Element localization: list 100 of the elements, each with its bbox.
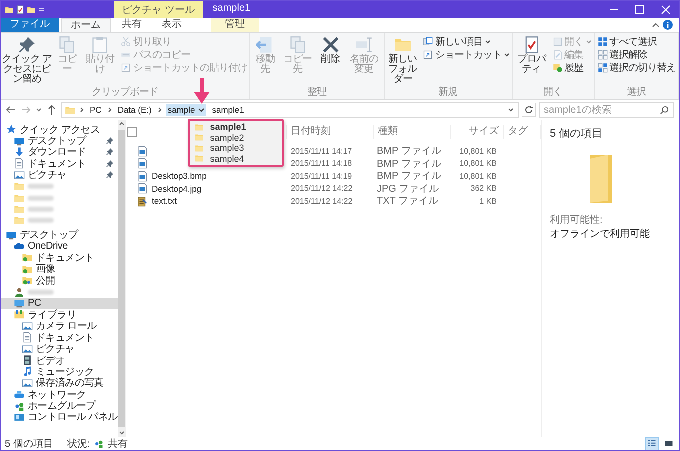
nav-item[interactable]: OneDrive — [1, 240, 118, 252]
breadcrumb[interactable]: PC — [88, 104, 104, 116]
scissors-icon — [121, 36, 132, 46]
ribbon-button[interactable]: 選択解除 — [598, 48, 677, 61]
select-all-checkbox[interactable] — [127, 127, 137, 137]
ribbon-tab[interactable]: ホーム — [61, 18, 111, 32]
details-view-button[interactable] — [645, 436, 659, 450]
picture-icon — [22, 344, 33, 355]
column-header[interactable]: 種類 — [374, 125, 451, 139]
image-file-icon — [137, 158, 148, 170]
shortcut-icon — [121, 62, 132, 72]
ribbon-button[interactable]: 履歴 — [552, 61, 592, 74]
folder-icon — [22, 275, 33, 286]
size-cell-text: 10,801 KB — [458, 146, 498, 156]
file-tab[interactable]: ファイル — [1, 18, 59, 32]
nav-item[interactable]: ドキュメント — [1, 252, 118, 264]
redacted-label — [28, 206, 54, 212]
people-icon — [14, 400, 25, 412]
ribbon-tab[interactable]: 管理 — [211, 18, 259, 32]
nav-item[interactable]: デスクトップ — [1, 230, 118, 241]
nav-item[interactable]: カメラ ロール — [1, 320, 118, 332]
user-icon — [14, 286, 25, 298]
nav-item[interactable]: ホームグループ — [1, 400, 118, 412]
library-icon — [14, 309, 25, 320]
refresh-icon[interactable] — [522, 103, 536, 117]
open-icon — [552, 36, 562, 46]
ribbon-button[interactable]: すべて選択 — [598, 35, 677, 48]
ribbon-button[interactable]: プロパティ — [514, 35, 550, 87]
file-name[interactable]: text.txt — [152, 196, 178, 206]
ribbon-tab[interactable]: 表示 — [153, 18, 191, 32]
ribbon-button[interactable]: 新しいフォルダー — [386, 35, 420, 87]
ribbon-button[interactable]: ショートカット — [423, 48, 511, 61]
nav-item[interactable]: デスクトップ — [1, 135, 118, 147]
status-value: 共有 — [108, 438, 128, 450]
ribbon-button[interactable]: 選択の切り替え — [598, 61, 677, 74]
help-icon[interactable] — [663, 20, 673, 30]
menu-item[interactable]: sample3 — [190, 143, 282, 154]
file-name[interactable]: Desktop4.jpg — [152, 184, 202, 194]
nav-item[interactable]: 公開 — [1, 275, 118, 286]
ribbon-button[interactable]: 削除 — [316, 35, 345, 87]
menu-item[interactable]: sample2 — [190, 132, 282, 143]
nav-item[interactable]: ダウンロード — [1, 146, 118, 158]
edit-icon — [552, 50, 562, 60]
nav-item[interactable]: ドキュメント — [1, 332, 118, 344]
control-panel-icon — [14, 412, 25, 423]
item-count: 5 個の項目 — [550, 127, 604, 141]
image-file-icon — [137, 183, 148, 194]
field-label: 利用可能性: — [550, 214, 603, 227]
nav-item[interactable]: ミュージック — [1, 366, 118, 378]
nav-item[interactable]: ピクチャ — [1, 170, 118, 181]
picture-icon — [14, 170, 25, 181]
monitor-icon — [14, 136, 25, 147]
up-arrow-icon[interactable] — [46, 104, 58, 116]
select-all-icon — [598, 36, 608, 46]
nav-item[interactable]: クイック アクセス — [1, 124, 118, 136]
column-header[interactable]: 日付時刻 — [287, 125, 374, 139]
folder-icon — [195, 154, 204, 164]
file-name[interactable]: Desktop3.bmp — [152, 171, 207, 182]
search-field[interactable]: sample1の検索 — [539, 102, 674, 118]
nav-item[interactable]: ドキュメント — [1, 158, 118, 170]
scroll-down-icon — [118, 429, 126, 437]
pin-icon — [106, 160, 114, 168]
redacted-label — [28, 184, 54, 190]
scrollbar[interactable] — [118, 120, 126, 437]
properties-icon[interactable] — [16, 4, 25, 14]
nav-item[interactable]: 画像 — [1, 264, 118, 276]
date-cell-text: 2015/11/11 14:19 — [290, 172, 354, 181]
ribbon-button[interactable]: 新しい項目 — [423, 35, 511, 48]
nav-item[interactable]: ピクチャ — [1, 343, 118, 355]
nav-item[interactable]: ビデオ — [1, 354, 118, 366]
menu-item[interactable]: sample1 — [190, 122, 282, 132]
pin-icon — [106, 148, 114, 156]
menu-item[interactable]: sample4 — [190, 154, 282, 164]
breadcrumb[interactable]: Data (E:) — [116, 104, 154, 116]
scroll-thumb[interactable] — [118, 130, 126, 427]
copy-icon — [58, 36, 76, 54]
nav-item[interactable]: 保存済みの写真 — [1, 378, 118, 389]
date-cell-text: 2015/11/11 14:17 — [290, 146, 354, 156]
back-arrow-icon[interactable] — [5, 104, 17, 116]
monitor-icon — [14, 298, 25, 310]
type-cell-text: TXT ファイル — [376, 195, 440, 208]
nav-item[interactable]: PC — [1, 298, 118, 310]
move-icon — [256, 36, 274, 54]
dropdown-caret-icon[interactable] — [197, 104, 206, 116]
type-cell-text: BMP ファイル — [376, 170, 442, 184]
folder-icon — [590, 155, 612, 203]
address-bar[interactable]: PC Data (E:) sample sample1 — [61, 102, 519, 118]
column-header[interactable]: サイズ — [451, 125, 504, 139]
folder-icon[interactable] — [27, 4, 36, 14]
ribbon-button[interactable]: クイック アクセスにピン留め — [2, 35, 52, 87]
ribbon-tab[interactable]: 共有 — [113, 18, 151, 32]
breadcrumb[interactable]: sample1 — [210, 104, 246, 116]
breadcrumb[interactable]: sample — [166, 104, 198, 116]
nav-item[interactable]: ネットワーク — [1, 388, 118, 400]
nav-item[interactable]: コントロール パネル — [1, 412, 118, 424]
music-note-icon — [22, 366, 33, 378]
column-header[interactable]: タグ — [504, 125, 541, 139]
nav-item[interactable]: ライブラリ — [1, 309, 118, 321]
folder-icon — [195, 144, 204, 153]
document-icon — [22, 332, 33, 344]
